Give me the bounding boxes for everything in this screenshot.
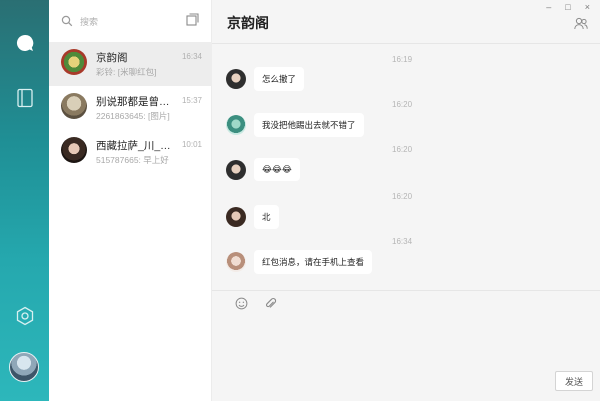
conversation-snippet: 2261863645: [图片] [96,111,170,121]
message-time: 16:20 [392,192,413,201]
message-bubble[interactable]: 红包消息，请在手机上查看 [254,250,373,274]
attachment-icon[interactable] [264,297,277,310]
message-row: 怎么撤了 [226,67,305,91]
conversation-name: 西藏拉萨_川_… [96,140,171,152]
chat-panel: – □ × 京韵阁 16:19 怎么撤了 16:20 我没把他踢出去就不错了 1… [212,0,600,401]
avatar [226,115,246,135]
input-divider [212,290,600,291]
conversation-item[interactable]: 别说那都是曾… 15:37 2261863645: [图片] [49,86,212,130]
chat-title: 京韵阁 [227,15,269,31]
my-avatar[interactable] [9,352,39,382]
search-icon [61,15,73,27]
search-input[interactable]: 搜索 [80,15,98,28]
conversation-snippet: 彩铃: [米聊红包] [96,67,157,77]
message-bubble[interactable]: 怎么撤了 [254,67,305,91]
avatar [61,93,87,119]
message-bubble[interactable]: 北 [254,205,279,229]
conversation-item[interactable]: 京韵阁 16:34 彩铃: [米聊红包] [49,42,212,86]
conversation-time: 15:37 [181,96,202,105]
conversation-time: 16:34 [181,52,202,61]
avatar [226,69,246,89]
emoji-icon[interactable] [235,297,248,310]
group-members-icon[interactable] [574,17,588,30]
conversation-name: 别说那都是曾… [96,96,170,108]
message-bubble[interactable]: 我没把他踢出去就不错了 [254,113,364,137]
close-button[interactable]: × [585,2,590,12]
search-box[interactable]: 搜索 [61,12,201,30]
minimize-button[interactable]: – [546,2,551,12]
conversation-time: 10:01 [181,140,202,149]
message-row: 红包消息，请在手机上查看 [226,250,373,274]
avatar [226,207,246,227]
contacts-book-icon[interactable] [12,85,37,110]
conversation-item[interactable]: 西藏拉萨_川_… 10:01 515787665: 早上好 [49,130,212,174]
conversation-name: 京韵阁 [96,52,128,64]
conversation-list: 搜索 京韵阁 16:34 彩铃: [米聊红包] 别说那都是曾… 15:37 22… [49,0,212,401]
conversation-snippet: 515787665: 早上好 [96,155,169,165]
message-bubble[interactable]: 😂😂😂 [254,158,300,181]
message-row: 北 [226,205,279,229]
chat-icon[interactable] [12,30,37,55]
maximize-button[interactable]: □ [565,2,570,12]
message-time: 16:20 [392,145,413,154]
message-row: 我没把他踢出去就不错了 [226,113,364,137]
message-time: 16:20 [392,100,413,109]
header-divider [212,43,600,44]
left-rail [0,0,49,401]
message-row: 😂😂😂 [226,158,300,181]
avatar [226,159,246,180]
message-time: 16:19 [392,55,413,64]
send-button[interactable]: 发送 [555,371,593,391]
message-time: 16:34 [392,237,413,246]
new-chat-icon[interactable] [186,13,199,26]
avatar [226,252,246,272]
avatar [61,137,87,163]
window-controls: – □ × [546,2,590,12]
settings-hex-icon[interactable] [12,303,37,328]
avatar [61,49,87,75]
